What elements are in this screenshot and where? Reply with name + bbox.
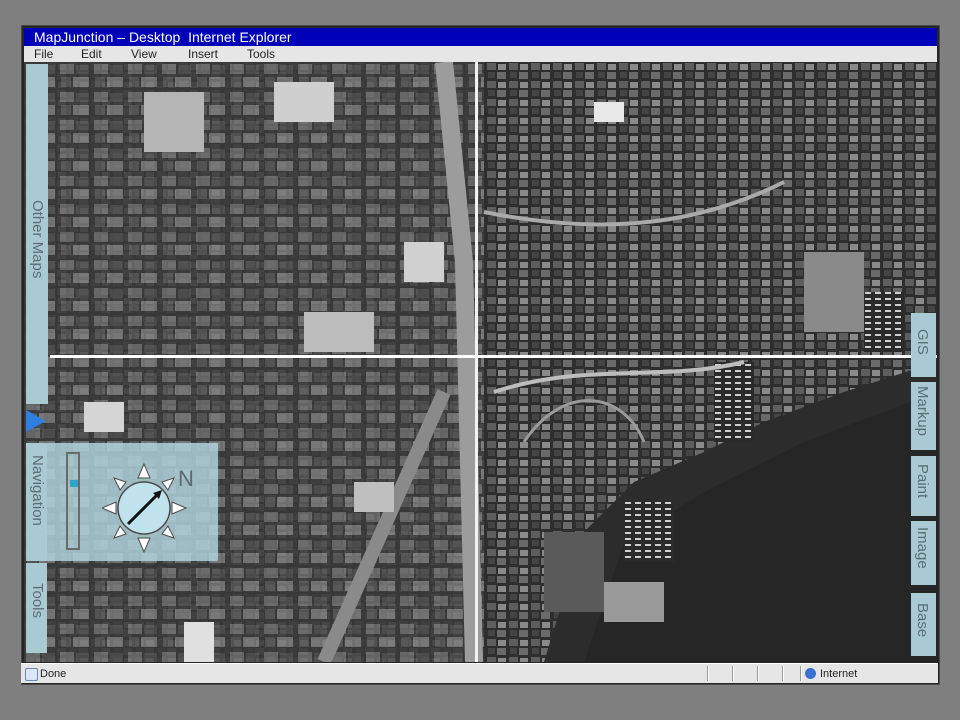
tab-image-label: Image bbox=[914, 527, 931, 569]
menu-edit[interactable]: Edit bbox=[81, 46, 102, 62]
tab-tools-label: Tools bbox=[29, 583, 46, 619]
menu-insert[interactable]: Insert bbox=[188, 46, 218, 62]
tab-other-maps[interactable]: Other Maps bbox=[26, 64, 48, 404]
window-title: MapJunction – Desktop Internet Explorer bbox=[24, 28, 937, 46]
tab-navigation[interactable]: Navigation bbox=[26, 443, 47, 561]
status-divider bbox=[757, 666, 759, 681]
menu-view[interactable]: View bbox=[131, 46, 157, 62]
menu-bar: File Edit View Insert Tools bbox=[24, 46, 937, 62]
status-zone: Internet bbox=[820, 668, 858, 680]
grid-line-vertical bbox=[475, 62, 478, 662]
tab-navigation-label: Navigation bbox=[29, 455, 46, 526]
tab-tools[interactable]: Tools bbox=[26, 563, 47, 653]
tab-markup-label: Markup bbox=[914, 386, 931, 437]
compass-rose-icon[interactable] bbox=[102, 460, 188, 556]
tab-paint[interactable]: Paint bbox=[911, 456, 936, 516]
browser-window: MapJunction – Desktop Internet Explorer … bbox=[21, 25, 940, 685]
tab-other-maps-label: Other Maps bbox=[29, 200, 46, 279]
zoom-slider-thumb[interactable] bbox=[70, 479, 78, 487]
tab-image[interactable]: Image bbox=[911, 521, 936, 585]
internet-globe-icon bbox=[805, 668, 816, 679]
status-divider bbox=[782, 666, 784, 681]
status-divider bbox=[707, 666, 709, 681]
tab-paint-label: Paint bbox=[914, 464, 931, 499]
zoom-slider[interactable] bbox=[66, 452, 80, 550]
tab-gis-label: GIS bbox=[914, 329, 931, 355]
status-divider bbox=[800, 666, 802, 681]
menu-file[interactable]: File bbox=[34, 46, 53, 62]
tab-markup[interactable]: Markup bbox=[911, 382, 936, 450]
aerial-photo bbox=[24, 62, 937, 662]
tab-base[interactable]: Base bbox=[911, 593, 936, 656]
status-divider bbox=[732, 666, 734, 681]
status-bar: Done Internet bbox=[21, 663, 938, 683]
grid-line-horizontal bbox=[50, 355, 937, 358]
tab-gis[interactable]: GIS bbox=[911, 313, 936, 377]
aerial-map[interactable] bbox=[24, 62, 937, 662]
north-label: N bbox=[178, 466, 194, 491]
menu-tools[interactable]: Tools bbox=[247, 46, 275, 62]
tab-base-label: Base bbox=[914, 603, 931, 638]
ie-page-icon bbox=[25, 668, 38, 681]
status-text: Done bbox=[40, 668, 67, 680]
play-arrow-icon[interactable] bbox=[26, 410, 46, 432]
